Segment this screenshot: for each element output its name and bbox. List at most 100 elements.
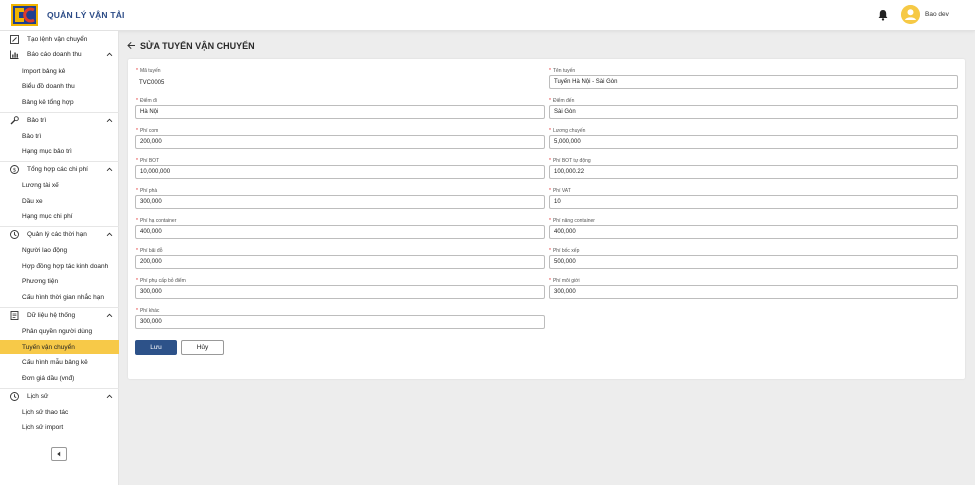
sidebar-group-lich-su[interactable]: Lịch sử bbox=[0, 388, 119, 403]
sidebar-item-hang-muc-bao-tri[interactable]: Hạng mục bảo trì bbox=[0, 144, 119, 158]
chevron-up-icon[interactable] bbox=[106, 231, 113, 238]
ten-tuyen-input[interactable]: Tuyến Hà Nội - Sài Gòn bbox=[549, 75, 958, 89]
avatar-icon[interactable] bbox=[901, 5, 920, 24]
history-icon bbox=[10, 392, 19, 401]
phi-bai-do-input[interactable]: 200,000 bbox=[135, 255, 545, 269]
sidebar-item-label: Bảng kê tổng hợp bbox=[22, 99, 74, 106]
phi-pha-input[interactable]: 300,000 bbox=[135, 195, 545, 209]
sidebar-group-tong-hop-chi-phi[interactable]: $ Tổng hợp các chi phí bbox=[0, 161, 119, 176]
field-label-diem-di: * Điểm đi bbox=[136, 98, 157, 104]
chevron-up-icon[interactable] bbox=[106, 51, 113, 58]
sidebar-item-bang-ke-tong-hop[interactable]: Bảng kê tổng hợp bbox=[0, 95, 119, 109]
field-label-diem-den: * Điểm đến bbox=[549, 98, 575, 104]
phi-boc-xep-input[interactable]: 500,000 bbox=[549, 255, 958, 269]
chevron-up-icon[interactable] bbox=[106, 312, 113, 319]
phi-vat-input[interactable]: 10 bbox=[549, 195, 958, 209]
chevron-up-icon[interactable] bbox=[106, 117, 113, 124]
bell-icon[interactable] bbox=[877, 9, 889, 21]
sidebar-item-phuong-tien[interactable]: Phương tiện bbox=[0, 274, 119, 288]
phi-ha-container-input[interactable]: 400,000 bbox=[135, 225, 545, 239]
sidebar-item-tao-lenh[interactable]: Tạo lệnh vận chuyển bbox=[0, 32, 119, 47]
phi-com-input[interactable]: 200,000 bbox=[135, 135, 545, 149]
sidebar-item-label: Hợp đồng hợp tác kinh doanh bbox=[22, 263, 109, 270]
chevron-left-icon bbox=[57, 451, 61, 457]
sidebar-item-dau-xe[interactable]: Dầu xe bbox=[0, 194, 119, 208]
document-icon bbox=[10, 311, 19, 320]
sidebar-item-bieu-do-doanh-thu[interactable]: Biểu đồ doanh thu bbox=[0, 79, 119, 93]
sidebar-item-tuyen-van-chuyen[interactable]: Tuyến vận chuyển bbox=[0, 340, 119, 354]
sidebar-group-label: Lịch sử bbox=[27, 393, 49, 400]
sidebar-group-label: Báo cáo doanh thu bbox=[27, 51, 82, 58]
luong-chuyen-input[interactable]: 5,000,000 bbox=[549, 135, 958, 149]
cancel-button[interactable]: Hủy bbox=[181, 340, 224, 355]
sidebar-item-lich-su-thao-tac[interactable]: Lịch sử thao tác bbox=[0, 405, 119, 419]
sidebar-item-label: Tuyến vận chuyển bbox=[22, 344, 75, 351]
sidebar-item-lich-su-import[interactable]: Lịch sử import bbox=[0, 420, 119, 434]
sidebar-item-label: Lương tài xế bbox=[22, 182, 59, 189]
sidebar-item-luong-tai-xe[interactable]: Lương tài xế bbox=[0, 178, 119, 192]
sidebar-item-label: Cấu hình mẫu bảng kê bbox=[22, 359, 88, 366]
field-label-phi-pha: * Phí phà bbox=[136, 188, 158, 194]
sidebar-item-import-bang-ke[interactable]: Import bảng kê bbox=[0, 64, 119, 78]
sidebar-item-label: Phân quyền người dùng bbox=[22, 328, 93, 335]
diem-di-input[interactable]: Hà Nội bbox=[135, 105, 545, 119]
edit-box-icon bbox=[10, 35, 19, 44]
phi-bot-input[interactable]: 10,000,000 bbox=[135, 165, 545, 179]
user-name[interactable]: Bao dev bbox=[925, 11, 949, 18]
sidebar-group-label: Bảo trì bbox=[27, 117, 47, 124]
field-label-phi-bot-tu-dong: * Phí BOT tự động bbox=[549, 158, 591, 164]
phi-bot-tu-dong-input[interactable]: 100,000.22 bbox=[549, 165, 958, 179]
sidebar-item-cau-hinh-nhac-han[interactable]: Cấu hình thời gian nhắc hạn bbox=[0, 290, 119, 304]
logo[interactable] bbox=[11, 4, 38, 26]
top-header: QUẢN LÝ VẬN TẢI Bao dev bbox=[0, 0, 975, 31]
chart-icon bbox=[10, 50, 19, 59]
sidebar-group-bao-cao-doanh-thu[interactable]: Báo cáo doanh thu bbox=[0, 47, 119, 62]
sidebar-item-label: Người lao động bbox=[22, 247, 68, 254]
field-label-luong-chuyen: * Lương chuyến bbox=[549, 128, 586, 134]
sidebar-item-label: Cấu hình thời gian nhắc hạn bbox=[22, 294, 104, 301]
chevron-up-icon[interactable] bbox=[106, 393, 113, 400]
svg-text:$: $ bbox=[13, 168, 17, 174]
sidebar-group-label: Quản lý các thời hạn bbox=[27, 231, 87, 238]
field-label-phi-bot: * Phí BOT bbox=[136, 158, 160, 164]
field-label-phi-boc-xep: * Phí bốc xếp bbox=[549, 248, 580, 254]
sidebar-group-label: Tổng hợp các chi phí bbox=[27, 166, 88, 173]
field-label-phi-bai-do: * Phí bãi đỗ bbox=[136, 248, 163, 254]
sidebar-item-label: Tạo lệnh vận chuyển bbox=[27, 36, 88, 43]
phi-moi-gioi-input[interactable]: 300,000 bbox=[549, 285, 958, 299]
page-title: SỬA TUYẾN VẬN CHUYỂN bbox=[140, 41, 255, 51]
sidebar-item-label: Dầu xe bbox=[22, 198, 43, 205]
phi-phu-cap-input[interactable]: 300,000 bbox=[135, 285, 545, 299]
sidebar-group-label: Dữ liệu hệ thống bbox=[27, 312, 76, 319]
chevron-up-icon[interactable] bbox=[106, 166, 113, 173]
phi-khac-input[interactable]: 300,000 bbox=[135, 315, 545, 329]
sidebar-group-quan-ly-thoi-han[interactable]: Quản lý các thời hạn bbox=[0, 226, 119, 241]
phi-nang-container-input[interactable]: 400,000 bbox=[549, 225, 958, 239]
sidebar-item-label: Bảo trì bbox=[22, 133, 42, 140]
field-label-phi-vat: * Phí VAT bbox=[549, 188, 571, 194]
sidebar-item-nguoi-lao-dong[interactable]: Người lao động bbox=[0, 243, 119, 257]
sidebar-item-label: Phương tiện bbox=[22, 278, 59, 285]
diem-den-input[interactable]: Sài Gòn bbox=[549, 105, 958, 119]
sidebar-item-don-gia-dau[interactable]: Đơn giá dầu (vnđ) bbox=[0, 371, 119, 385]
field-label-phi-nang-container: * Phí nâng container bbox=[549, 218, 595, 224]
sidebar-item-phan-quyen[interactable]: Phân quyền người dùng bbox=[0, 324, 119, 338]
back-arrow-icon[interactable] bbox=[127, 41, 136, 50]
sidebar-item-cau-hinh-mau-bang-ke[interactable]: Cấu hình mẫu bảng kê bbox=[0, 355, 119, 369]
app-title: QUẢN LÝ VẬN TẢI bbox=[47, 10, 125, 20]
sidebar-group-bao-tri[interactable]: Bảo trì bbox=[0, 112, 119, 127]
sidebar-item-label: Lịch sử import bbox=[22, 424, 64, 431]
sidebar-item-label: Hạng mục chi phí bbox=[22, 213, 73, 220]
sidebar-item-label: Biểu đồ doanh thu bbox=[22, 83, 75, 90]
sidebar-group-du-lieu-he-thong[interactable]: Dữ liệu hệ thống bbox=[0, 307, 119, 322]
ma-tuyen-value: TVC0005 bbox=[139, 80, 165, 86]
sidebar-item-bao-tri[interactable]: Bảo trì bbox=[0, 129, 119, 143]
wrench-icon bbox=[10, 116, 19, 125]
sidebar-item-hang-muc-chi-phi[interactable]: Hạng mục chi phí bbox=[0, 209, 119, 223]
sidebar-item-label: Đơn giá dầu (vnđ) bbox=[22, 375, 75, 382]
field-label-phi-moi-gioi: * Phí môi giới bbox=[549, 278, 580, 284]
sidebar: Tạo lệnh vận chuyển Báo cáo doanh thu Im… bbox=[0, 31, 119, 485]
save-button[interactable]: Lưu bbox=[135, 340, 177, 355]
sidebar-item-hop-dong[interactable]: Hợp đồng hợp tác kinh doanh bbox=[0, 259, 119, 273]
sidebar-collapse-button[interactable] bbox=[51, 447, 67, 461]
